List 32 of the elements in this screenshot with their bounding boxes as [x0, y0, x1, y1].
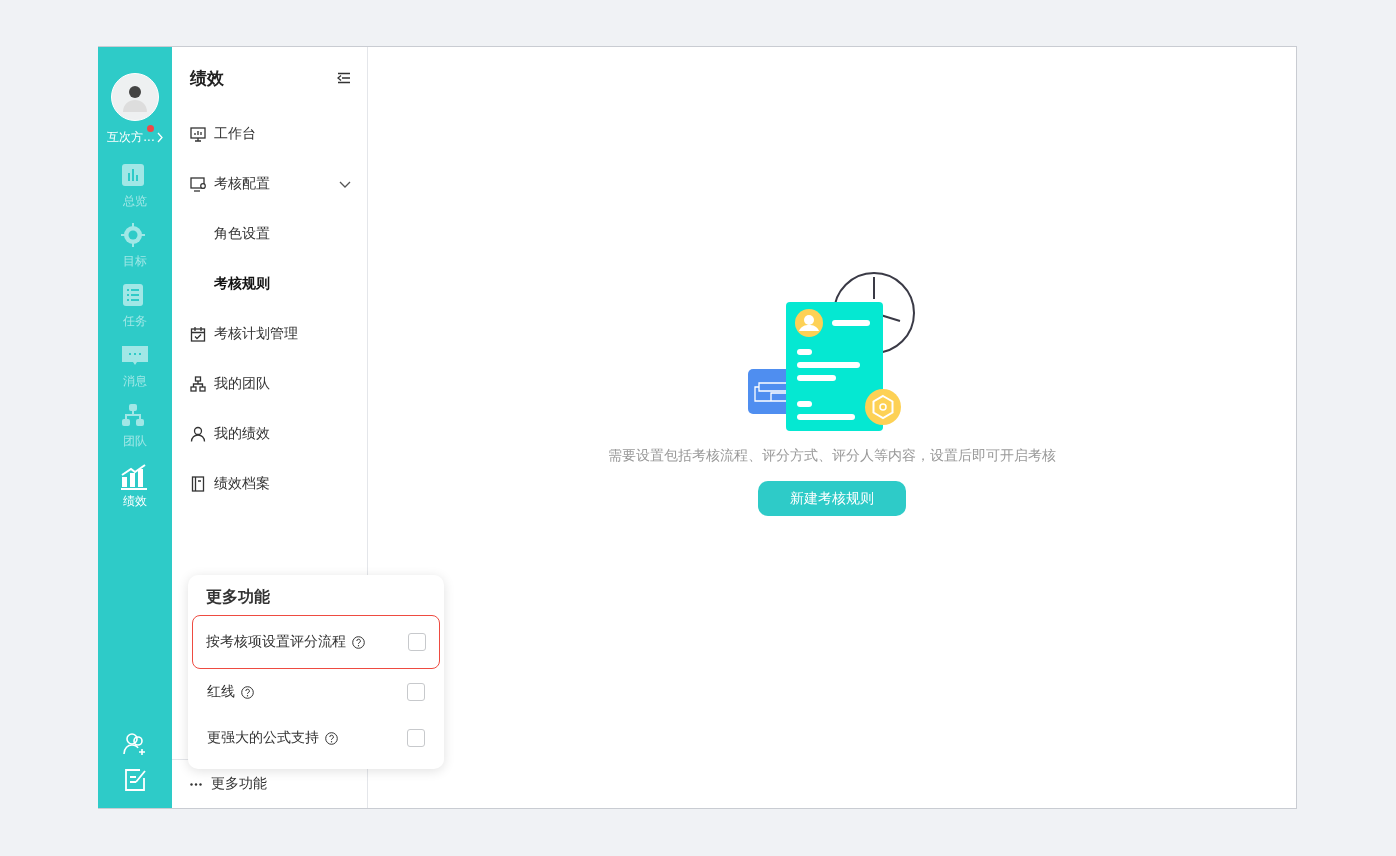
menu-title: 绩效: [190, 66, 224, 90]
help-icon[interactable]: [241, 685, 254, 699]
org-chart-icon: [190, 376, 206, 392]
checkbox[interactable]: [407, 683, 425, 701]
help-icon[interactable]: [325, 731, 338, 745]
monitor-icon: [190, 126, 206, 142]
chevron-down-icon: [339, 180, 351, 188]
option-label: 红线: [207, 683, 235, 701]
menu-item[interactable]: 考核规则: [172, 259, 367, 309]
checkbox[interactable]: [408, 633, 426, 651]
notebook-icon: [190, 476, 206, 492]
growth-chart-icon: [121, 462, 149, 490]
menu-item[interactable]: 绩效档案: [172, 459, 367, 509]
checkbox[interactable]: [407, 729, 425, 747]
popup-title: 更多功能: [205, 587, 271, 608]
collapse-menu-icon[interactable]: [337, 72, 351, 84]
menu-item[interactable]: 考核计划管理: [172, 309, 367, 359]
chevron-right-icon: [156, 132, 163, 143]
avatar[interactable]: [111, 73, 159, 121]
help-icon[interactable]: [352, 635, 365, 649]
menu-item[interactable]: 我的团队: [172, 359, 367, 409]
calendar-check-icon: [190, 326, 206, 342]
empty-state-message: 需要设置包括考核流程、评分方式、评分人等内容，设置后即可开启考核: [608, 447, 1056, 465]
menu-item[interactable]: 角色设置: [172, 209, 367, 259]
monitor-gear-icon: [190, 176, 206, 192]
menu-item[interactable]: 我的绩效: [172, 409, 367, 459]
more-icon: [190, 782, 202, 786]
menu-item[interactable]: 考核配置: [172, 159, 367, 209]
option-label: 更强大的公式支持: [207, 729, 319, 747]
menu-item[interactable]: 工作台: [172, 109, 367, 159]
option-label: 按考核项设置评分流程: [206, 633, 346, 651]
person-icon: [190, 426, 206, 442]
